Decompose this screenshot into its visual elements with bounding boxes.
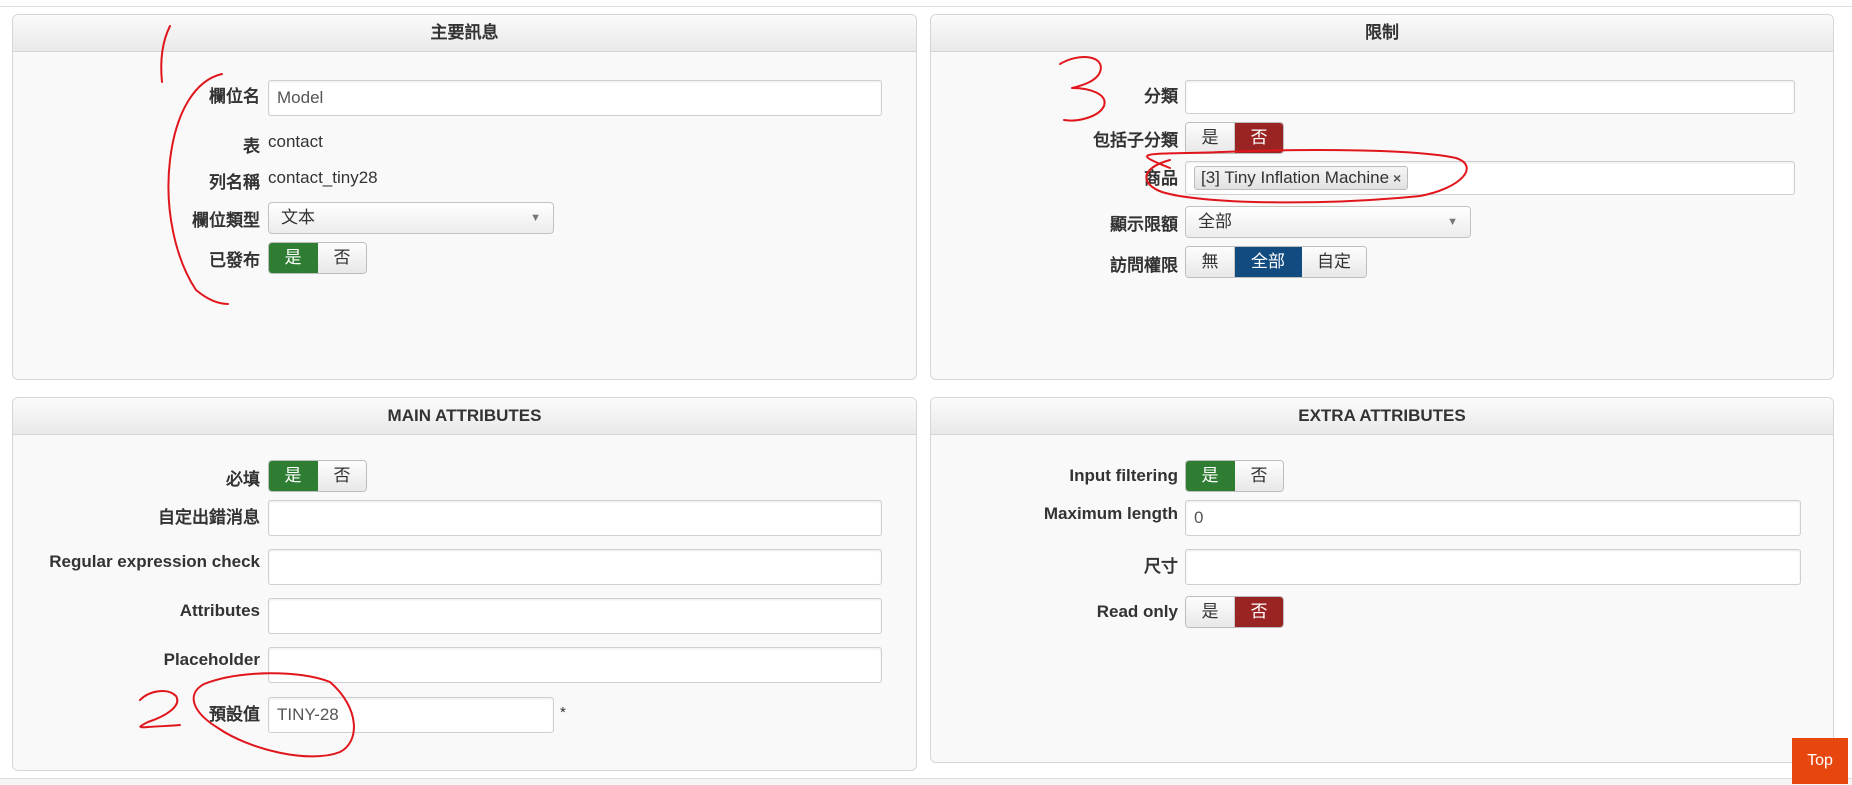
extra-attributes-panel-title: EXTRA ATTRIBUTES — [931, 398, 1833, 435]
access-custom-button[interactable]: 自定 — [1302, 247, 1366, 277]
input-filtering-no-button[interactable]: 否 — [1235, 461, 1283, 491]
input-filtering-label: Input filtering — [1069, 466, 1178, 485]
regex-check-input[interactable] — [268, 549, 882, 585]
default-value-label: 預設值 — [209, 705, 260, 724]
size-input[interactable] — [1185, 549, 1801, 585]
product-label: 商品 — [1144, 169, 1178, 188]
placeholder-label: Placeholder — [163, 650, 260, 669]
input-filtering-yes-button[interactable]: 是 — [1186, 461, 1235, 491]
field-name-label: 欄位名 — [209, 87, 260, 106]
size-label: 尺寸 — [1144, 557, 1178, 576]
input-filtering-toggle[interactable]: 是 否 — [1185, 460, 1284, 492]
display-limit-label: 顯示限額 — [1110, 215, 1178, 234]
field-type-value: 文本 — [281, 208, 315, 227]
required-mark: * — [560, 704, 566, 721]
read-only-yes-button[interactable]: 是 — [1186, 597, 1235, 627]
table-value: contact — [268, 132, 323, 151]
access-toggle[interactable]: 無 全部 自定 — [1185, 246, 1367, 278]
include-subcategory-label: 包括子分類 — [1093, 131, 1178, 150]
display-limit-select[interactable]: 全部 ▼ — [1185, 206, 1471, 238]
category-label: 分類 — [1144, 87, 1178, 106]
read-only-no-button[interactable]: 否 — [1235, 597, 1283, 627]
column-name-value: contact_tiny28 — [268, 168, 378, 187]
max-length-label: Maximum length — [1043, 504, 1178, 523]
published-no-button[interactable]: 否 — [318, 243, 366, 273]
main-info-panel: 主要訊息 — [12, 14, 917, 380]
restrictions-panel: 限制 — [930, 14, 1834, 380]
custom-error-label: 自定出錯消息 — [158, 508, 260, 527]
display-limit-value: 全部 — [1198, 212, 1232, 231]
attributes-input[interactable] — [268, 598, 882, 634]
chevron-down-icon: ▼ — [530, 212, 541, 224]
read-only-label: Read only — [1096, 602, 1178, 621]
column-name-label: 列名稱 — [209, 173, 260, 192]
field-type-label: 欄位類型 — [192, 211, 260, 230]
required-toggle[interactable]: 是 否 — [268, 460, 367, 492]
required-no-button[interactable]: 否 — [318, 461, 366, 491]
table-label: 表 — [243, 137, 260, 156]
field-type-select[interactable]: 文本 ▼ — [268, 202, 554, 234]
published-toggle[interactable]: 是 否 — [268, 242, 367, 274]
product-tag: [3] Tiny Inflation Machine × — [1194, 166, 1409, 190]
product-tag-text: [3] Tiny Inflation Machine — [1201, 168, 1390, 187]
access-all-button[interactable]: 全部 — [1235, 247, 1302, 277]
category-input[interactable] — [1185, 80, 1795, 114]
chevron-down-icon: ▼ — [1447, 216, 1458, 228]
access-label: 訪問權限 — [1110, 256, 1178, 275]
access-none-button[interactable]: 無 — [1186, 247, 1235, 277]
include-subcategory-no-button[interactable]: 否 — [1235, 123, 1283, 153]
placeholder-input[interactable] — [268, 647, 882, 683]
required-yes-button[interactable]: 是 — [269, 461, 318, 491]
scroll-to-top-button[interactable]: Top — [1792, 738, 1848, 784]
field-name-input[interactable]: Model — [268, 80, 882, 116]
published-label: 已發布 — [209, 251, 260, 270]
required-label: 必填 — [226, 470, 260, 489]
page-top-border — [0, 0, 1852, 7]
attributes-label: Attributes — [179, 601, 260, 620]
custom-error-input[interactable] — [268, 500, 882, 536]
main-attributes-panel-title: MAIN ATTRIBUTES — [13, 398, 916, 435]
include-subcategory-toggle[interactable]: 是 否 — [1185, 122, 1284, 154]
max-length-input[interactable]: 0 — [1185, 500, 1801, 536]
main-info-panel-title: 主要訊息 — [13, 15, 916, 52]
regex-check-label: Regular expression check — [49, 552, 260, 571]
read-only-toggle[interactable]: 是 否 — [1185, 596, 1284, 628]
default-value-input[interactable]: TINY-28 — [268, 697, 554, 733]
include-subcategory-yes-button[interactable]: 是 — [1186, 123, 1235, 153]
restrictions-panel-title: 限制 — [931, 15, 1833, 52]
published-yes-button[interactable]: 是 — [269, 243, 318, 273]
remove-tag-icon[interactable]: × — [1393, 170, 1401, 186]
